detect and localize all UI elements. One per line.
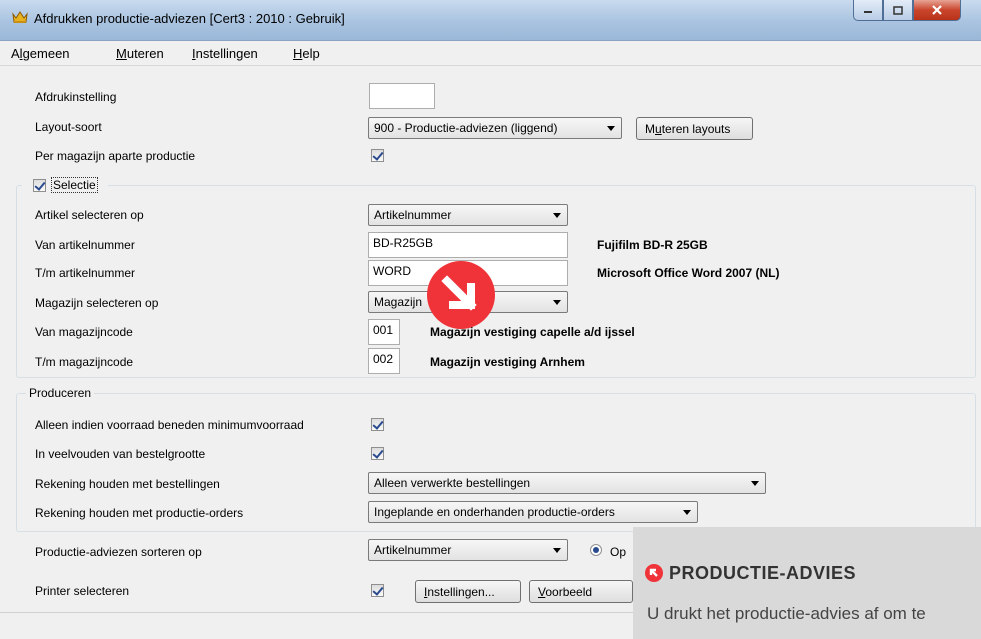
panel-title: PRODUCTIE-ADVIES bbox=[669, 563, 857, 583]
muteren-layouts-accesskey: u bbox=[655, 122, 662, 136]
caption-buttons bbox=[853, 0, 961, 22]
chevron-down-icon bbox=[607, 126, 615, 131]
selectie-legend: Selectie bbox=[22, 176, 108, 194]
layout-soort-label: Layout-soort bbox=[35, 120, 102, 134]
muteren-layouts-text-2: teren layouts bbox=[661, 122, 731, 136]
checkmark-icon bbox=[372, 149, 384, 161]
sort-order-radio[interactable] bbox=[590, 544, 602, 556]
panel-badge bbox=[645, 564, 663, 582]
veelvouden-label: In veelvouden van bestelgrootte bbox=[35, 447, 206, 461]
voorbeeld-text: oorbeeld bbox=[545, 585, 593, 599]
menu-muteren-text: uteren bbox=[126, 46, 164, 61]
status-bar bbox=[0, 612, 650, 637]
printer-label: Printer selecteren bbox=[35, 584, 130, 598]
tm-artikel-description: Microsoft Office Word 2007 (NL) bbox=[597, 266, 780, 280]
productieorders-label: Rekening houden met productie-orders bbox=[35, 506, 244, 520]
minimize-icon bbox=[864, 11, 872, 13]
muteren-layouts-button[interactable]: Muteren layouts bbox=[636, 117, 753, 140]
afdrukinstelling-label: Afdrukinstelling bbox=[35, 90, 117, 104]
layout-soort-select[interactable]: 900 - Productie-adviezen (liggend) bbox=[368, 117, 622, 139]
voorraad-checkbox[interactable] bbox=[371, 418, 384, 431]
selectie-label: Selectie bbox=[51, 177, 98, 193]
veelvouden-checkbox[interactable] bbox=[371, 447, 384, 460]
tutorial-marker bbox=[427, 261, 495, 329]
magazijn-select-label: Magazijn selecteren op bbox=[35, 296, 159, 310]
panel-text: U drukt het productie-advies af om te bbox=[647, 604, 926, 623]
van-magazijn-label: Van magazijncode bbox=[35, 325, 133, 339]
menu-muteren[interactable]: Muteren bbox=[116, 46, 164, 61]
checkmark-icon bbox=[372, 447, 384, 459]
menu-bar: Algemeen Muteren Instellingen Help bbox=[0, 41, 981, 66]
tm-artikel-label: T/m artikelnummer bbox=[35, 266, 136, 280]
chevron-down-icon bbox=[553, 548, 561, 553]
menu-muteren-accesskey: M bbox=[116, 46, 127, 61]
maximize-icon bbox=[893, 5, 903, 15]
arrow-up-left-icon bbox=[649, 568, 658, 577]
window-title: Afdrukken productie-adviezen [Cert3 : 20… bbox=[34, 11, 345, 26]
sort-order-radio-label: Op bbox=[610, 545, 627, 559]
menu-algemeen[interactable]: Algemeen bbox=[11, 46, 70, 61]
menu-help-accesskey: H bbox=[293, 46, 303, 61]
sorteren-select[interactable]: Artikelnummer bbox=[368, 539, 568, 561]
bestellingen-select-value: Alleen verwerkte bestellingen bbox=[374, 476, 531, 490]
menu-help[interactable]: Help bbox=[293, 46, 320, 61]
van-magazijn-field[interactable]: 001 bbox=[368, 319, 400, 345]
artikel-select-label: Artikel selecteren op bbox=[35, 208, 144, 222]
bestellingen-label: Rekening houden met bestellingen bbox=[35, 477, 220, 491]
menu-instellingen[interactable]: Instellingen bbox=[192, 46, 258, 61]
instellingen-text: nstellingen... bbox=[427, 585, 495, 599]
per-magazijn-label: Per magazijn aparte productie bbox=[35, 149, 196, 163]
van-artikel-label: Van artikelnummer bbox=[35, 238, 135, 252]
muteren-layouts-text-1: M bbox=[645, 122, 655, 136]
artikel-select-value: Artikelnummer bbox=[374, 208, 452, 222]
menu-algemeen-text-2: gemeen bbox=[22, 46, 70, 61]
van-artikel-description: Fujifilm BD-R 25GB bbox=[597, 238, 708, 252]
per-magazijn-checkbox[interactable] bbox=[371, 149, 384, 162]
artikel-select[interactable]: Artikelnummer bbox=[368, 204, 568, 226]
sorteren-select-value: Artikelnummer bbox=[374, 543, 452, 557]
instellingen-button[interactable]: Instellingen... bbox=[415, 580, 521, 603]
tm-magazijn-label: T/m magazijncode bbox=[35, 355, 134, 369]
chevron-down-icon bbox=[553, 213, 561, 218]
close-icon bbox=[932, 5, 942, 15]
title-bar[interactable]: Afdrukken productie-adviezen [Cert3 : 20… bbox=[0, 0, 981, 41]
productieorders-select-value: Ingeplande en onderhanden productie-orde… bbox=[374, 505, 615, 519]
productieorders-select[interactable]: Ingeplande en onderhanden productie-orde… bbox=[368, 501, 698, 523]
chevron-down-icon bbox=[751, 481, 759, 486]
sorteren-label: Productie-adviezen sorteren op bbox=[35, 545, 202, 559]
produceren-legend: Produceren bbox=[26, 386, 95, 400]
checkmark-icon bbox=[372, 418, 384, 430]
tm-magazijn-description: Magazijn vestiging Arnhem bbox=[430, 355, 585, 369]
menu-help-text: elp bbox=[302, 46, 320, 61]
checkmark-icon bbox=[372, 584, 384, 596]
crown-app-icon bbox=[12, 11, 28, 23]
chevron-down-icon bbox=[683, 510, 691, 515]
magazijn-select-value: Magazijn bbox=[374, 295, 423, 309]
menu-algemeen-text-1: A bbox=[11, 46, 20, 61]
menu-instellingen-text: nstellingen bbox=[195, 46, 258, 61]
info-panel: PRODUCTIE-ADVIES U drukt het productie-a… bbox=[633, 527, 981, 639]
afdrukinstelling-field[interactable] bbox=[369, 83, 435, 109]
checkmark-icon bbox=[34, 179, 46, 191]
voorbeeld-button[interactable]: Voorbeeld bbox=[529, 580, 633, 603]
voorraad-label: Alleen indien voorraad beneden minimumvo… bbox=[35, 418, 304, 432]
chevron-down-icon bbox=[553, 300, 561, 305]
layout-soort-value: 900 - Productie-adviezen (liggend) bbox=[374, 121, 558, 135]
radio-dot-icon bbox=[593, 547, 599, 553]
minimize-button[interactable] bbox=[853, 0, 883, 21]
close-button[interactable] bbox=[913, 0, 961, 21]
printer-checkbox[interactable] bbox=[371, 584, 384, 597]
van-artikel-field[interactable]: BD-R25GB bbox=[368, 232, 568, 258]
bestellingen-select[interactable]: Alleen verwerkte bestellingen bbox=[368, 472, 766, 494]
arrow-down-right-icon bbox=[441, 275, 477, 311]
selectie-checkbox[interactable] bbox=[33, 179, 46, 192]
tm-magazijn-field[interactable]: 002 bbox=[368, 348, 400, 374]
maximize-button[interactable] bbox=[883, 0, 913, 21]
